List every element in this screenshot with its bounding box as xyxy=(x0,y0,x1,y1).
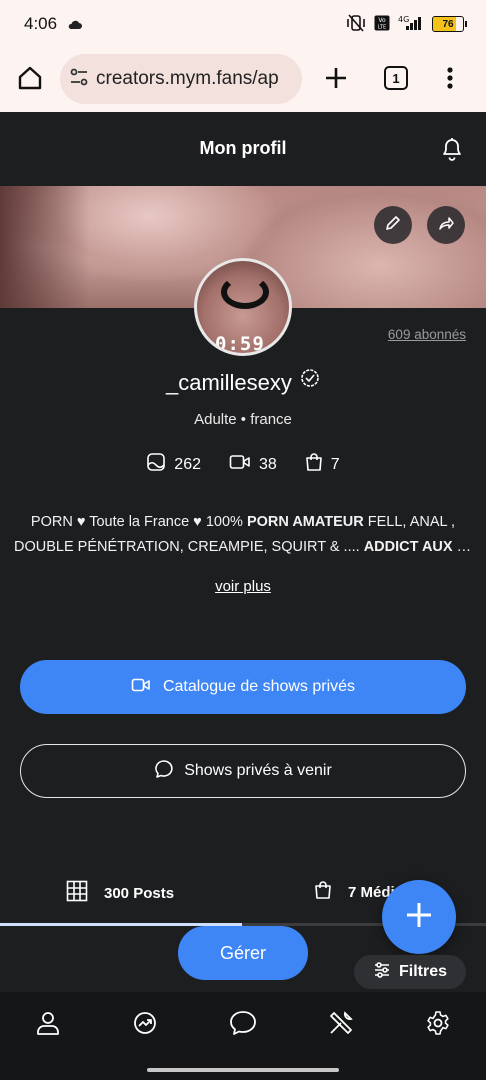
status-time: 4:06 xyxy=(24,14,58,33)
profile-category: Adulte • france xyxy=(194,411,292,428)
pencil-icon xyxy=(384,214,402,237)
page-title: Mon profil xyxy=(199,138,287,158)
profile-stats: 262 38 7 xyxy=(0,452,486,477)
notifications-bell-icon[interactable] xyxy=(440,136,464,167)
video-icon xyxy=(229,453,251,476)
create-post-button[interactable] xyxy=(382,880,456,954)
edit-cover-button[interactable] xyxy=(374,206,412,244)
svg-text:LTE: LTE xyxy=(378,25,386,31)
app-header: Mon profil xyxy=(0,112,486,186)
tab-posts-label: 300 Posts xyxy=(104,884,175,902)
tab-switcher-button[interactable]: 1 xyxy=(384,66,408,90)
subscribers-link[interactable]: 609 abonnés xyxy=(388,327,466,342)
nav-profile-icon[interactable] xyxy=(35,1010,61,1041)
avatar-clock-text: 0:59 xyxy=(215,333,265,355)
nav-tools-icon[interactable] xyxy=(328,1010,354,1041)
more-options-icon[interactable] xyxy=(446,66,454,95)
svg-text:Vo: Vo xyxy=(378,17,386,24)
status-icons: Vo LTE 4G 76 xyxy=(346,14,467,34)
filters-label: Filtres xyxy=(398,963,447,980)
status-bar: 4:06 Vo LTE 4G 76 xyxy=(0,0,486,48)
bottom-navigation xyxy=(0,992,486,1058)
tab-posts[interactable]: 300 Posts xyxy=(66,880,174,906)
bio-line-1: PORN ♥ Toute la France ♥ 100% PORN AMATE… xyxy=(30,514,456,530)
share-icon xyxy=(437,214,455,237)
video-icon xyxy=(131,677,151,698)
private-shows-catalogue-button[interactable]: Catalogue de shows privés xyxy=(20,660,466,714)
username-text: _camillesexy xyxy=(165,370,292,395)
photos-count: 262 xyxy=(174,455,201,473)
network-label: 4G xyxy=(398,15,409,24)
stat-products: 7 xyxy=(305,452,340,477)
catalogue-button-label: Catalogue de shows privés xyxy=(162,678,356,695)
address-bar[interactable]: creators.mym.fans/ap xyxy=(60,54,302,104)
shopping-bag-icon xyxy=(314,880,332,904)
volte-icon: Vo LTE xyxy=(374,15,390,33)
upcoming-private-shows-button[interactable]: Shows privés à venir xyxy=(20,744,466,798)
home-icon[interactable] xyxy=(16,64,44,97)
avatar[interactable]: 0:59 xyxy=(194,258,292,356)
videos-count: 38 xyxy=(259,455,277,473)
nav-messages-icon[interactable] xyxy=(229,1010,257,1041)
grid-icon xyxy=(66,880,88,906)
profile-bio: PORN ♥ Toute la France ♥ 100% PORN AMATE… xyxy=(14,510,472,560)
see-more-link[interactable]: voir plus xyxy=(0,578,486,595)
photo-icon xyxy=(146,452,166,477)
browser-toolbar: creators.mym.fans/ap 1 xyxy=(0,48,486,112)
stat-photos: 262 xyxy=(146,452,201,477)
gesture-bar xyxy=(0,1058,486,1080)
nav-stats-icon[interactable] xyxy=(132,1010,158,1041)
products-count: 7 xyxy=(330,455,340,473)
url-text: creators.mym.fans/ap xyxy=(96,68,279,89)
manage-button[interactable]: Gérer xyxy=(178,926,308,980)
sliders-icon xyxy=(373,961,391,984)
signal-icon: 4G xyxy=(398,15,424,33)
share-profile-button[interactable] xyxy=(427,206,465,244)
shopping-bag-icon xyxy=(305,452,323,477)
stat-videos: 38 xyxy=(229,452,277,477)
chat-bubble-icon xyxy=(154,759,174,784)
plus-icon xyxy=(404,900,434,935)
upcoming-button-label: Shows privés à venir xyxy=(184,762,332,779)
username: _camillesexy xyxy=(0,368,486,396)
mute-vibrate-icon xyxy=(346,14,366,34)
new-tab-icon[interactable] xyxy=(322,64,350,97)
cloud-icon xyxy=(68,17,82,35)
filters-button[interactable]: Filtres xyxy=(354,955,466,989)
battery-indicator: 76 xyxy=(432,16,467,32)
bio-line-2: DOUBLE PÉNÉTRATION, CREAMPIE, SQUIRT & .… xyxy=(14,539,472,555)
verified-badge-icon xyxy=(300,368,320,394)
nav-settings-icon[interactable] xyxy=(425,1010,451,1041)
site-settings-icon[interactable] xyxy=(68,66,90,93)
